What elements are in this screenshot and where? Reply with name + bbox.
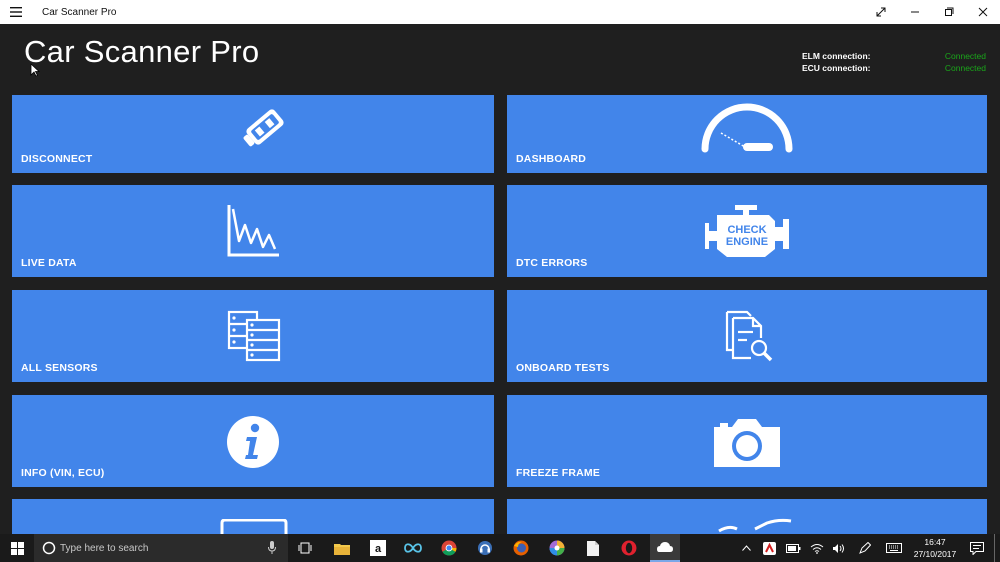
hamburger-menu-icon[interactable] bbox=[0, 0, 32, 24]
tile-onboard-tests[interactable]: ONBOARD TESTS bbox=[507, 290, 987, 382]
battery-icon[interactable] bbox=[784, 534, 802, 562]
wifi-icon[interactable] bbox=[808, 534, 826, 562]
windows-start-icon[interactable] bbox=[0, 534, 34, 562]
tile-row5-right[interactable] bbox=[507, 499, 987, 534]
expand-icon[interactable] bbox=[864, 0, 898, 24]
opera-icon[interactable] bbox=[617, 534, 641, 562]
amazon-icon[interactable]: a bbox=[366, 534, 390, 562]
chevron-up-icon[interactable] bbox=[738, 534, 754, 562]
antivirus-icon[interactable] bbox=[760, 534, 778, 562]
document-icon[interactable] bbox=[581, 534, 605, 562]
show-desktop-button[interactable] bbox=[994, 534, 1000, 562]
elm-connection-status: Connected bbox=[944, 51, 986, 61]
sensors-list-icon bbox=[227, 310, 281, 362]
tile-label: LIVE DATA bbox=[21, 257, 77, 269]
microphone-icon[interactable] bbox=[268, 541, 276, 555]
tile-label: DTC ERRORS bbox=[516, 257, 588, 269]
clock-time: 16:47 bbox=[924, 537, 946, 547]
speedometer-icon bbox=[701, 103, 793, 153]
check-engine-line1: CHECK bbox=[727, 224, 766, 236]
app-header: Car Scanner Pro ELM connection: ECU conn… bbox=[0, 24, 1000, 90]
tile-disconnect[interactable]: DISCONNECT bbox=[12, 95, 494, 173]
tile-label: ALL SENSORS bbox=[21, 362, 98, 374]
tile-label: FREEZE FRAME bbox=[516, 467, 601, 479]
car-scanner-taskbar-icon[interactable] bbox=[650, 534, 680, 562]
tile-live-data[interactable]: LIVE DATA bbox=[12, 185, 494, 277]
elm-connection-label: ELM connection: bbox=[802, 51, 871, 61]
tile-dtc-errors[interactable]: CHECK ENGINE DTC ERRORS bbox=[507, 185, 987, 277]
tile-label: DISCONNECT bbox=[21, 153, 93, 165]
tile-dashboard[interactable]: DASHBOARD bbox=[507, 95, 987, 173]
minimize-button[interactable] bbox=[898, 0, 932, 24]
action-center-icon[interactable] bbox=[966, 534, 988, 562]
ecu-connection-status: Connected bbox=[944, 63, 986, 73]
cortana-icon bbox=[42, 541, 56, 555]
taskbar-clock[interactable]: 16:47 27/10/2017 bbox=[905, 536, 965, 560]
tile-info[interactable]: INFO (VIN, ECU) bbox=[12, 395, 494, 487]
file-explorer-icon[interactable] bbox=[330, 534, 354, 562]
check-engine-line2: ENGINE bbox=[726, 236, 768, 248]
firefox-icon[interactable] bbox=[509, 534, 533, 562]
search-placeholder: Type here to search bbox=[60, 542, 149, 554]
clock-date: 27/10/2017 bbox=[913, 549, 957, 559]
taskbar-search[interactable]: Type here to search bbox=[34, 534, 288, 562]
maximize-button[interactable] bbox=[932, 0, 966, 24]
volume-icon[interactable] bbox=[830, 534, 848, 562]
tile-row5-left[interactable] bbox=[12, 499, 494, 534]
obd-plug-icon bbox=[243, 109, 284, 147]
monitor-icon bbox=[220, 519, 288, 534]
title-bar: Car Scanner Pro bbox=[0, 0, 1000, 24]
keyboard-icon[interactable] bbox=[884, 534, 904, 562]
headset-icon[interactable] bbox=[473, 534, 497, 562]
window-title: Car Scanner Pro bbox=[42, 6, 117, 18]
infinity-icon[interactable] bbox=[401, 534, 425, 562]
camera-icon bbox=[714, 419, 780, 467]
connection-values: Connected Connected bbox=[945, 50, 986, 74]
close-button[interactable] bbox=[966, 0, 1000, 24]
document-search-icon bbox=[725, 310, 773, 362]
car-icon bbox=[718, 518, 792, 533]
tile-label: DASHBOARD bbox=[516, 153, 587, 165]
color-wheel-icon[interactable] bbox=[545, 534, 569, 562]
app-title: Car Scanner Pro bbox=[24, 34, 260, 69]
graph-icon bbox=[227, 205, 279, 257]
tile-freeze-frame[interactable]: FREEZE FRAME bbox=[507, 395, 987, 487]
mouse-cursor-icon bbox=[30, 63, 40, 77]
tile-label: INFO (VIN, ECU) bbox=[21, 467, 105, 479]
info-icon bbox=[227, 416, 279, 468]
ecu-connection-label: ECU connection: bbox=[802, 63, 871, 73]
check-engine-icon: CHECK ENGINE bbox=[705, 205, 789, 257]
pen-icon[interactable] bbox=[856, 534, 874, 562]
tile-label: ONBOARD TESTS bbox=[516, 362, 610, 374]
chrome-icon[interactable] bbox=[437, 534, 461, 562]
svg-text:a: a bbox=[375, 543, 382, 555]
tile-all-sensors[interactable]: ALL SENSORS bbox=[12, 290, 494, 382]
connection-labels: ELM connection: ECU connection: bbox=[802, 50, 870, 74]
task-view-icon[interactable] bbox=[292, 534, 318, 562]
taskbar: Type here to search a 16:47 27/10/2017 bbox=[0, 534, 1000, 562]
